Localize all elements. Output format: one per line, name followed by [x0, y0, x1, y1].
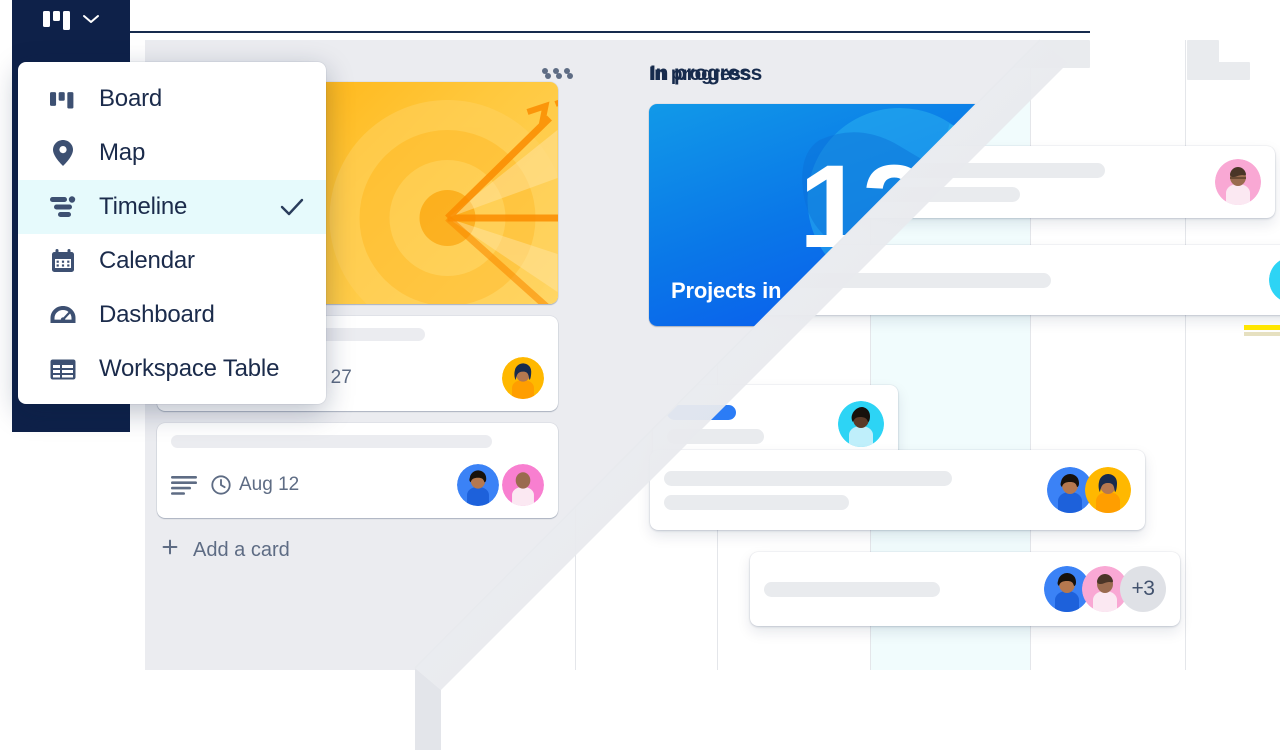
description-icon [171, 475, 197, 495]
menu-item-dashboard[interactable]: Dashboard [18, 288, 326, 342]
menu-item-timeline[interactable]: Timeline [18, 180, 326, 234]
avatar[interactable] [1085, 467, 1131, 513]
board-icon [42, 8, 73, 35]
column-title [145, 40, 570, 64]
timeline-bar-placeholders [653, 404, 838, 444]
menu-item-label: Workspace Table [99, 355, 280, 382]
menu-item-label: Board [99, 85, 163, 112]
menu-item-calendar[interactable]: Calendar [18, 234, 326, 288]
card-cover-label: Projects in [671, 278, 782, 303]
avatar[interactable] [502, 464, 544, 506]
card-body: Aug 12 [157, 423, 558, 518]
menu-item-map[interactable]: Map [18, 126, 326, 180]
avatar[interactable] [502, 357, 544, 399]
add-card-button[interactable]: Add a card [145, 530, 570, 564]
avatar-overflow-badge[interactable]: +3 [1120, 566, 1166, 612]
due-date-badge[interactable]: Aug 12 [210, 474, 299, 496]
timeline-icon [50, 194, 76, 220]
timeline-grid-line [1185, 40, 1186, 670]
timeline-bar-placeholders [650, 470, 1047, 510]
avatar[interactable] [1215, 159, 1261, 205]
avatar[interactable] [838, 401, 884, 447]
menu-item-label: Map [99, 139, 146, 166]
view-switcher-trigger[interactable] [12, 0, 130, 42]
calendar-icon [50, 248, 76, 274]
menu-item-label: Calendar [99, 247, 195, 274]
menu-item-label: Timeline [99, 193, 188, 220]
timeline-bar-members[interactable] [838, 401, 898, 447]
board-icon [50, 86, 76, 112]
timeline-accent-stripe [1244, 325, 1280, 330]
menu-item-label: Dashboard [99, 301, 215, 328]
timeline-bar[interactable] [650, 450, 1145, 530]
header-rule [130, 31, 1090, 33]
avatar[interactable] [457, 464, 499, 506]
map-pin-icon [50, 140, 76, 166]
plus-icon [159, 536, 181, 564]
clock-icon [210, 474, 232, 496]
more-horizontal-icon[interactable] [545, 73, 573, 79]
view-switcher-menu[interactable]: Board Map Timeline Calendar Dashboard Wo… [18, 62, 326, 404]
chevron-down-icon [82, 12, 100, 30]
timeline-bar-members[interactable]: +2 [1269, 257, 1280, 303]
table-icon [50, 356, 76, 382]
dashboard-icon [50, 302, 76, 328]
timeline-bar-members[interactable] [1215, 159, 1275, 205]
due-date-label: Aug 12 [239, 474, 300, 495]
avatar[interactable] [1269, 257, 1280, 303]
column-title-in-progress: In progress [650, 62, 763, 85]
check-icon [280, 198, 304, 216]
menu-item-workspace-table[interactable]: Workspace Table [18, 342, 326, 396]
timeline-bar[interactable]: +3 [750, 552, 1180, 626]
board-card[interactable]: Aug 12 [157, 423, 558, 518]
timeline-bar-members[interactable] [1047, 467, 1145, 513]
timeline-accent-stripe [1244, 332, 1280, 336]
timeline-bar-members[interactable]: +3 [1044, 566, 1180, 612]
app-stage: +2 [0, 0, 1280, 750]
timeline-bar-placeholders [750, 581, 1044, 597]
card-title-placeholder [171, 435, 492, 448]
card-badges: Aug 12 [171, 464, 544, 506]
add-card-label: Add a card [193, 538, 290, 561]
menu-item-board[interactable]: Board [18, 72, 326, 126]
timeline-header-block [1187, 62, 1250, 80]
